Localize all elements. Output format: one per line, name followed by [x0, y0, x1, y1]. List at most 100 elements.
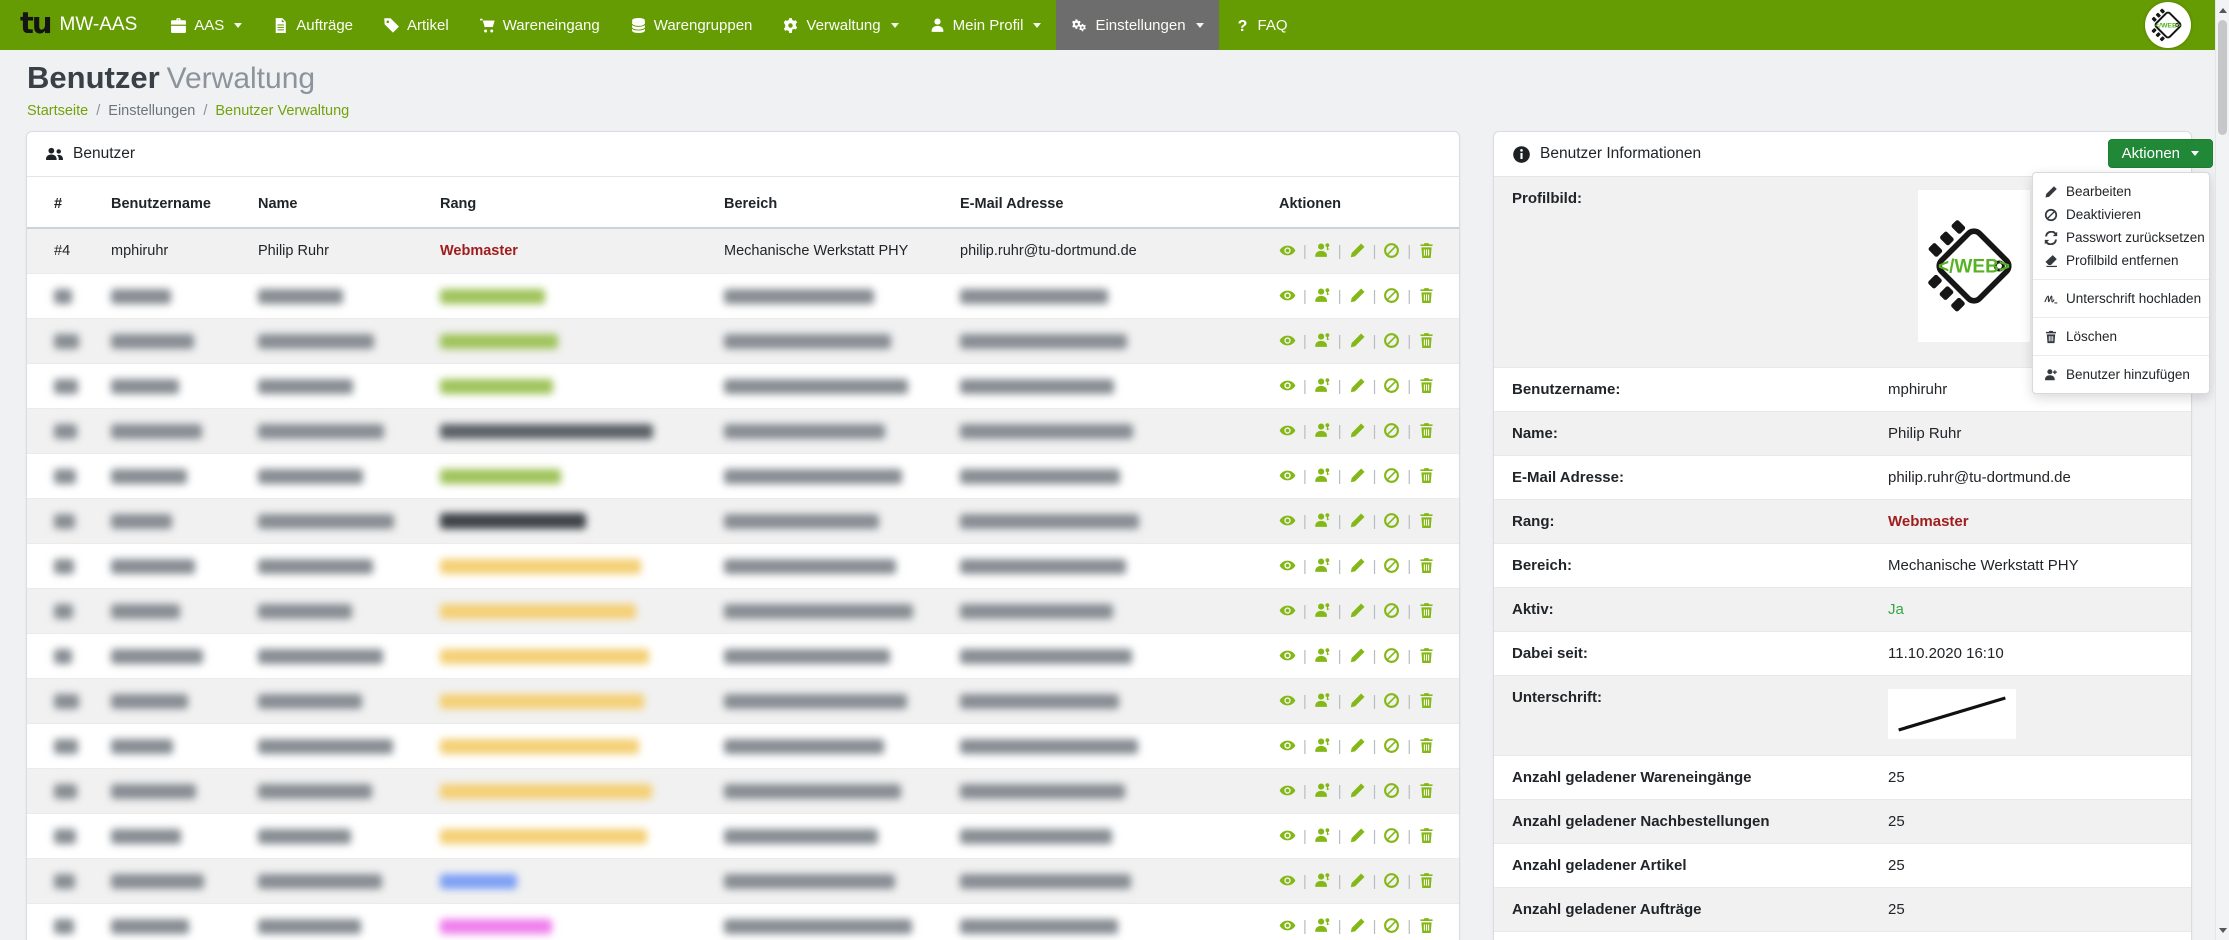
ban-icon[interactable] — [1383, 467, 1400, 484]
user-key-icon[interactable] — [1314, 692, 1331, 709]
pencil-icon[interactable] — [1349, 287, 1366, 304]
eye-icon[interactable] — [1279, 557, 1296, 574]
eye-icon[interactable] — [1279, 422, 1296, 439]
eye-icon[interactable] — [1279, 692, 1296, 709]
ban-icon[interactable] — [1383, 782, 1400, 799]
eye-icon[interactable] — [1279, 602, 1296, 619]
trash-icon[interactable] — [1418, 827, 1435, 844]
user-key-icon[interactable] — [1314, 827, 1331, 844]
trash-icon[interactable] — [1418, 782, 1435, 799]
scroll-up-button[interactable] — [2216, 2, 2229, 18]
table-row[interactable]: |||| — [27, 454, 1460, 499]
pencil-icon[interactable] — [1349, 512, 1366, 529]
eye-icon[interactable] — [1279, 737, 1296, 754]
trash-icon[interactable] — [1418, 377, 1435, 394]
table-row[interactable]: |||| — [27, 634, 1460, 679]
table-row[interactable]: |||| — [27, 724, 1460, 769]
scroll-down-button[interactable] — [2216, 922, 2229, 938]
trash-icon[interactable] — [1418, 467, 1435, 484]
trash-icon[interactable] — [1418, 422, 1435, 439]
table-row[interactable]: |||| — [27, 544, 1460, 589]
breadcrumb-item-startseite[interactable]: Startseite — [27, 103, 88, 119]
eye-icon[interactable] — [1279, 872, 1296, 889]
eye-icon[interactable] — [1279, 512, 1296, 529]
ban-icon[interactable] — [1383, 512, 1400, 529]
nav-item-warengruppen[interactable]: Warengruppen — [615, 0, 768, 50]
ban-icon[interactable] — [1383, 647, 1400, 664]
ban-icon[interactable] — [1383, 827, 1400, 844]
pencil-icon[interactable] — [1349, 782, 1366, 799]
trash-icon[interactable] — [1418, 692, 1435, 709]
nav-item-mein-profil[interactable]: Mein Profil — [914, 0, 1057, 50]
eye-icon[interactable] — [1279, 917, 1296, 934]
pencil-icon[interactable] — [1349, 377, 1366, 394]
table-row[interactable]: |||| — [27, 319, 1460, 364]
ban-icon[interactable] — [1383, 557, 1400, 574]
scrollbar-track[interactable] — [2215, 0, 2229, 940]
menu-item-profilbild-entfernen[interactable]: Profilbild entfernen — [2033, 249, 2209, 272]
user-key-icon[interactable] — [1314, 782, 1331, 799]
pencil-icon[interactable] — [1349, 692, 1366, 709]
nav-item-wareneingang[interactable]: Wareneingang — [464, 0, 615, 50]
trash-icon[interactable] — [1418, 647, 1435, 664]
web-chip-logo-avatar[interactable]: </WEB> — [2145, 2, 2191, 48]
pencil-icon[interactable] — [1349, 872, 1366, 889]
table-row[interactable]: |||| — [27, 769, 1460, 814]
ban-icon[interactable] — [1383, 332, 1400, 349]
menu-item-benutzer-hinzuf-gen[interactable]: Benutzer hinzufügen — [2033, 363, 2209, 386]
trash-icon[interactable] — [1418, 512, 1435, 529]
nav-item-auftr-ge[interactable]: Aufträge — [257, 0, 368, 50]
table-row[interactable]: |||| — [27, 364, 1460, 409]
pencil-icon[interactable] — [1349, 602, 1366, 619]
table-row[interactable]: |||| — [27, 274, 1460, 319]
user-key-icon[interactable] — [1314, 647, 1331, 664]
ban-icon[interactable] — [1383, 242, 1400, 259]
table-row[interactable]: |||| — [27, 409, 1460, 454]
user-key-icon[interactable] — [1314, 557, 1331, 574]
menu-item-passwort-zur-cksetzen[interactable]: Passwort zurücksetzen — [2033, 226, 2209, 249]
user-key-icon[interactable] — [1314, 242, 1331, 259]
trash-icon[interactable] — [1418, 332, 1435, 349]
eye-icon[interactable] — [1279, 332, 1296, 349]
trash-icon[interactable] — [1418, 917, 1435, 934]
menu-item-l-schen[interactable]: Löschen — [2033, 325, 2209, 348]
ban-icon[interactable] — [1383, 287, 1400, 304]
eye-icon[interactable] — [1279, 287, 1296, 304]
ban-icon[interactable] — [1383, 422, 1400, 439]
ban-icon[interactable] — [1383, 602, 1400, 619]
pencil-icon[interactable] — [1349, 737, 1366, 754]
nav-item-artikel[interactable]: Artikel — [368, 0, 464, 50]
eye-icon[interactable] — [1279, 647, 1296, 664]
pencil-icon[interactable] — [1349, 647, 1366, 664]
user-key-icon[interactable] — [1314, 602, 1331, 619]
eye-icon[interactable] — [1279, 377, 1296, 394]
table-row[interactable]: |||| — [27, 904, 1460, 940]
eye-icon[interactable] — [1279, 242, 1296, 259]
nav-item-aas[interactable]: AAS — [155, 0, 257, 50]
tu-dortmund-logo[interactable]: tu — [20, 9, 51, 38]
nav-item-faq[interactable]: ?FAQ — [1219, 0, 1303, 50]
menu-item-bearbeiten[interactable]: Bearbeiten — [2033, 180, 2209, 203]
table-row[interactable]: |||| — [27, 859, 1460, 904]
ban-icon[interactable] — [1383, 917, 1400, 934]
user-key-icon[interactable] — [1314, 467, 1331, 484]
user-key-icon[interactable] — [1314, 512, 1331, 529]
ban-icon[interactable] — [1383, 692, 1400, 709]
table-row-selected-user[interactable]: #4mphiruhrPhilip RuhrWebmasterMechanisch… — [27, 228, 1460, 274]
table-row[interactable]: |||| — [27, 589, 1460, 634]
pencil-icon[interactable] — [1349, 557, 1366, 574]
menu-item-unterschrift-hochladen[interactable]: Unterschrift hochladen — [2033, 287, 2209, 310]
table-row[interactable]: |||| — [27, 814, 1460, 859]
ban-icon[interactable] — [1383, 872, 1400, 889]
user-key-icon[interactable] — [1314, 872, 1331, 889]
user-key-icon[interactable] — [1314, 287, 1331, 304]
user-key-icon[interactable] — [1314, 377, 1331, 394]
pencil-icon[interactable] — [1349, 827, 1366, 844]
user-key-icon[interactable] — [1314, 332, 1331, 349]
eye-icon[interactable] — [1279, 827, 1296, 844]
table-row[interactable]: |||| — [27, 499, 1460, 544]
trash-icon[interactable] — [1418, 602, 1435, 619]
pencil-icon[interactable] — [1349, 332, 1366, 349]
table-row[interactable]: |||| — [27, 679, 1460, 724]
pencil-icon[interactable] — [1349, 422, 1366, 439]
